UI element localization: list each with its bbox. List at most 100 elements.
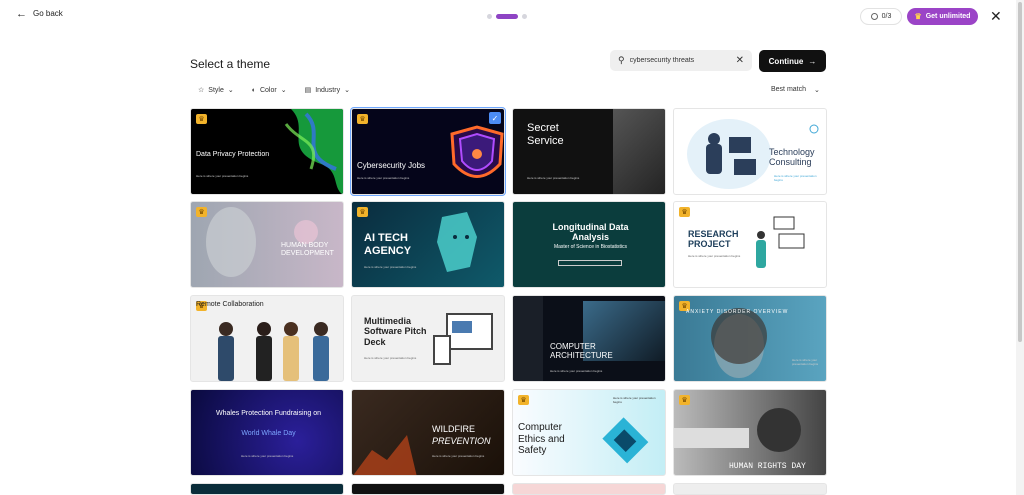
card-title: HUMAN BODY DEVELOPMENT (281, 242, 334, 258)
premium-crown-icon: ♛ (679, 395, 690, 405)
card-title: Multimedia Software Pitch Deck (364, 316, 427, 347)
card-title: Computer Ethics and Safety (518, 422, 565, 456)
card-title: COMPUTER ARCHITECTURE (550, 342, 613, 361)
selected-check-icon: ✓ (489, 112, 501, 124)
scrollbar[interactable] (1016, 0, 1024, 495)
theme-card-partial[interactable] (351, 483, 505, 495)
chevron-down-icon: ⌄ (344, 87, 350, 94)
get-unlimited-label: Get unlimited (925, 13, 971, 20)
card-subtitle: Here is where your presentation begins (364, 265, 417, 269)
theme-card-whales[interactable]: Whales Protection Fundraising on World W… (190, 389, 344, 476)
card-subtitle: Here is where your presentation begins (357, 176, 410, 180)
go-back-button[interactable]: ← Go back (16, 7, 63, 20)
premium-crown-icon: ♛ (357, 207, 368, 217)
card-title-second: PREVENTION (432, 436, 491, 446)
card-subtitle: Here is where your presentation begins (196, 174, 249, 178)
theme-card-technology-consulting[interactable]: Technology Consulting Here is where your… (673, 108, 827, 195)
search-icon: ⚲ (618, 55, 625, 65)
industry-filter[interactable]: ▤ Industry ⌄ (304, 86, 350, 95)
card-subtitle: Here is where your presentation begins (613, 396, 656, 404)
arrow-right-icon: → (808, 56, 817, 66)
card-title: Remote Collaboration (196, 301, 264, 308)
continue-button[interactable]: Continue → (759, 50, 826, 72)
card-subtitle: Here is where your presentation begins (432, 454, 485, 458)
sort-dropdown[interactable]: Best match ⌄ (771, 86, 820, 94)
card-title: Longitudinal Data Analysis (552, 222, 629, 243)
premium-crown-icon: ♛ (357, 114, 368, 124)
card-title-highlight: World Whale Day (241, 430, 296, 437)
clear-search-icon[interactable]: ✕ (736, 55, 744, 66)
sort-label: Best match (771, 86, 807, 93)
card-title: AI TECH AGENCY (364, 232, 412, 257)
crown-icon: ♛ (914, 12, 922, 21)
get-unlimited-button[interactable]: ♛ Get unlimited (907, 8, 978, 25)
style-filter-label: Style (208, 86, 224, 94)
scrollbar-thumb[interactable] (1018, 2, 1022, 342)
theme-card-partial[interactable] (673, 483, 827, 495)
theme-card-computer-ethics[interactable]: ♛ Computer Ethics and Safety Here is whe… (512, 389, 666, 476)
card-title: Data Privacy Protection (196, 151, 270, 158)
credits-counter: 0/3 (860, 8, 902, 25)
theme-card-partial[interactable] (512, 483, 666, 495)
theme-card-human-body[interactable]: ♛ HUMAN BODY DEVELOPMENT (190, 201, 344, 288)
step-dot (522, 14, 527, 19)
step-dot-active (496, 14, 518, 19)
continue-label: Continue (768, 56, 804, 66)
industry-filter-label: Industry (315, 86, 341, 94)
theme-card-secret-service[interactable]: Secret Service Here is where your presen… (512, 108, 666, 195)
step-indicator (487, 14, 527, 19)
credit-circle-icon (870, 13, 878, 20)
credits-label: 0/3 (881, 13, 892, 20)
theme-card-wildfire[interactable]: WILDFIRE PREVENTION Here is where your p… (351, 389, 505, 476)
chevron-down-icon: ⌄ (814, 87, 820, 94)
card-decoration (558, 260, 622, 266)
theme-card-partial[interactable] (190, 483, 344, 495)
premium-crown-icon: ♛ (196, 114, 207, 124)
theme-card-multimedia[interactable]: Multimedia Software Pitch Deck Here is w… (351, 295, 505, 382)
premium-crown-icon: ♛ (679, 207, 690, 217)
color-filter-label: Color (259, 86, 277, 94)
arrow-left-icon: ← (16, 7, 27, 20)
page-title: Select a theme (190, 57, 271, 71)
palette-icon: ◐ (251, 86, 256, 94)
theme-card-research-project[interactable]: ♛ RESEARCH PROJECT Here is where your pr… (673, 201, 827, 288)
filter-bar: ☆ Style ⌄ ◐ Color ⌄ ▤ Industry ⌄ (198, 86, 350, 95)
premium-crown-icon: ♛ (196, 207, 207, 217)
card-title: RESEARCH PROJECT (688, 229, 739, 250)
color-filter[interactable]: ◐ Color ⌄ (251, 86, 287, 95)
card-title: HUMAN RIGHTS DAY (729, 462, 806, 471)
theme-card-data-privacy[interactable]: ♛ Data Privacy Protection Here is where … (190, 108, 344, 195)
card-subtitle: Here is where your presentation begins (792, 358, 819, 366)
card-subtitle: Here is where your presentation begins (527, 176, 580, 180)
theme-card-longitudinal[interactable]: Longitudinal Data Analysis Master of Sci… (512, 201, 666, 288)
card-title: Technology Consulting (769, 147, 815, 168)
card-title: ANXIETY DISORDER OVERVIEW (686, 309, 789, 315)
chevron-down-icon: ⌄ (280, 87, 287, 94)
star-icon: ☆ (198, 87, 205, 94)
card-title: Cybersecurity Jobs (357, 161, 426, 170)
theme-card-ai-tech-agency[interactable]: ♛ AI TECH AGENCY Here is where your pres… (351, 201, 505, 288)
search-input[interactable] (629, 57, 725, 64)
document-icon: ▤ (304, 87, 312, 94)
card-subtitle: Master of Science in Biostatistics (553, 244, 628, 250)
card-title: Whales Protection Fundraising on (215, 410, 322, 417)
theme-card-remote-collaboration[interactable]: ♛ Remote Collaboration (190, 295, 344, 382)
step-dot (487, 14, 492, 19)
chevron-down-icon: ⌄ (227, 87, 234, 94)
theme-card-cybersecurity-jobs[interactable]: ♛ ✓ Cybersecurity Jobs Here is where you… (350, 107, 506, 196)
card-subtitle: Here is where your presentation begins (774, 174, 817, 182)
go-back-label: Go back (33, 9, 63, 18)
theme-card-human-rights[interactable]: ♛ HUMAN RIGHTS DAY (673, 389, 827, 476)
card-title: WILDFIRE (432, 424, 476, 434)
card-subtitle: Here is where your presentation begins (688, 254, 741, 258)
close-icon[interactable]: ✕ (990, 8, 1002, 25)
card-art (513, 296, 543, 381)
style-filter[interactable]: ☆ Style ⌄ (198, 86, 234, 95)
card-subtitle: Here is where your presentation begins (364, 356, 417, 360)
card-art (613, 109, 665, 194)
card-title: Secret Service (527, 122, 564, 147)
theme-card-anxiety-disorder[interactable]: ♛ ANXIETY DISORDER OVERVIEW Here is wher… (673, 295, 827, 382)
card-art (450, 125, 504, 178)
theme-card-computer-architecture[interactable]: COMPUTER ARCHITECTURE Here is where your… (512, 295, 666, 382)
search-box[interactable]: ⚲ ✕ (610, 50, 752, 71)
